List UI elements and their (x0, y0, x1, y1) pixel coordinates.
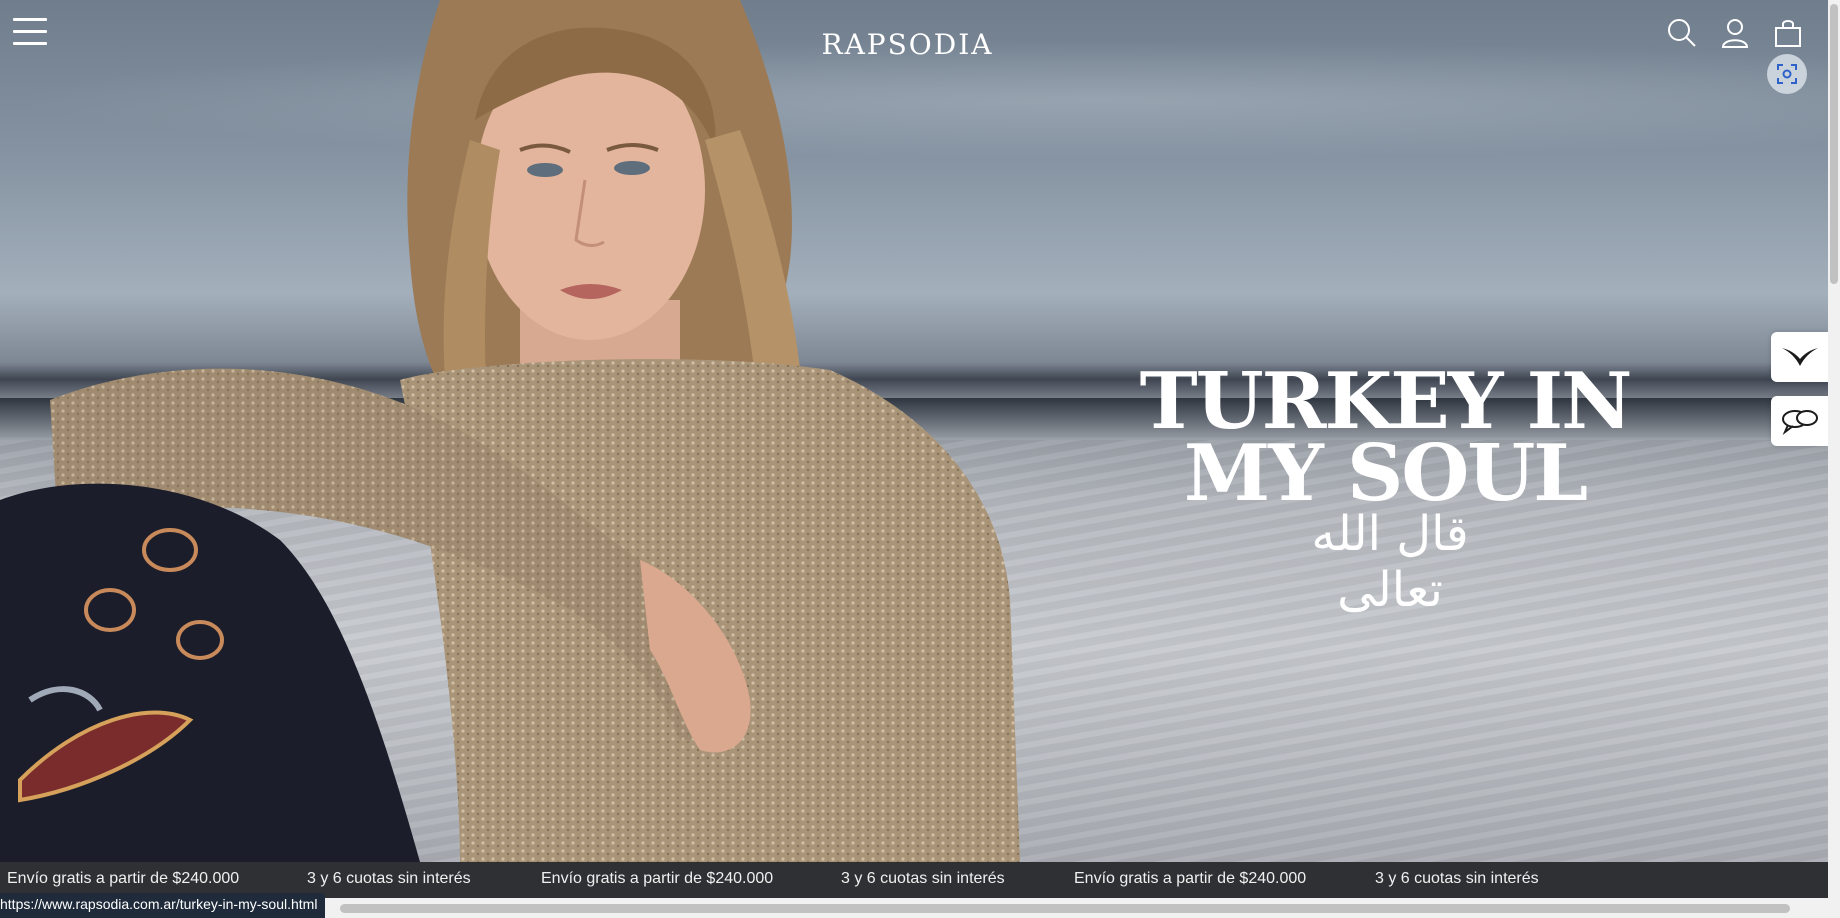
ticker-item: 3 y 6 cuotas sin interés (307, 870, 471, 887)
ticker-item: Envío gratis a partir de $240.000 (1074, 870, 1307, 887)
headline-line-2: MY SOUL (1183, 428, 1588, 519)
visual-search-button[interactable] (1767, 54, 1807, 94)
account-button[interactable] (1720, 18, 1750, 48)
ticker-item: Envío gratis a partir de $240.000 (541, 870, 774, 887)
cart-button[interactable] (1773, 18, 1803, 48)
arabic-calligraphy: قال الله تعالى (1311, 506, 1469, 618)
chat-bubbles-icon (1781, 410, 1818, 435)
ticker-item: 3 y 6 cuotas sin interés (841, 870, 1005, 887)
ticker-item: Envío gratis a partir de $240.000 (7, 870, 240, 887)
chat-widget-button[interactable] (1771, 396, 1828, 446)
user-icon (1721, 19, 1749, 48)
site-logo[interactable]: RAPSODIA (795, 28, 1020, 61)
link-status-bar: https://www.rapsodia.com.ar/turkey-in-my… (0, 893, 326, 918)
hero-model-image (0, 0, 1020, 862)
vertical-scrollbar[interactable] (1828, 0, 1840, 918)
ticker-item: 3 y 6 cuotas sin interés (1375, 870, 1539, 887)
hero-banner[interactable]: TURKEY IN MY SOUL قال الله تعالى (0, 0, 1828, 862)
search-button[interactable] (1667, 18, 1697, 48)
loyalty-widget-button[interactable] (1771, 332, 1828, 382)
horizontal-scroll-thumb[interactable] (340, 904, 1790, 913)
bird-wings-icon (1781, 348, 1818, 366)
menu-button[interactable] (13, 18, 47, 50)
shopping-bag-icon (1775, 20, 1801, 47)
scan-focus-icon (1777, 64, 1797, 84)
hamburger-menu-icon (13, 18, 47, 21)
hero-headline[interactable]: TURKEY IN MY SOUL (1130, 363, 1640, 519)
vertical-scroll-thumb[interactable] (1830, 4, 1838, 284)
search-icon (1668, 19, 1696, 47)
